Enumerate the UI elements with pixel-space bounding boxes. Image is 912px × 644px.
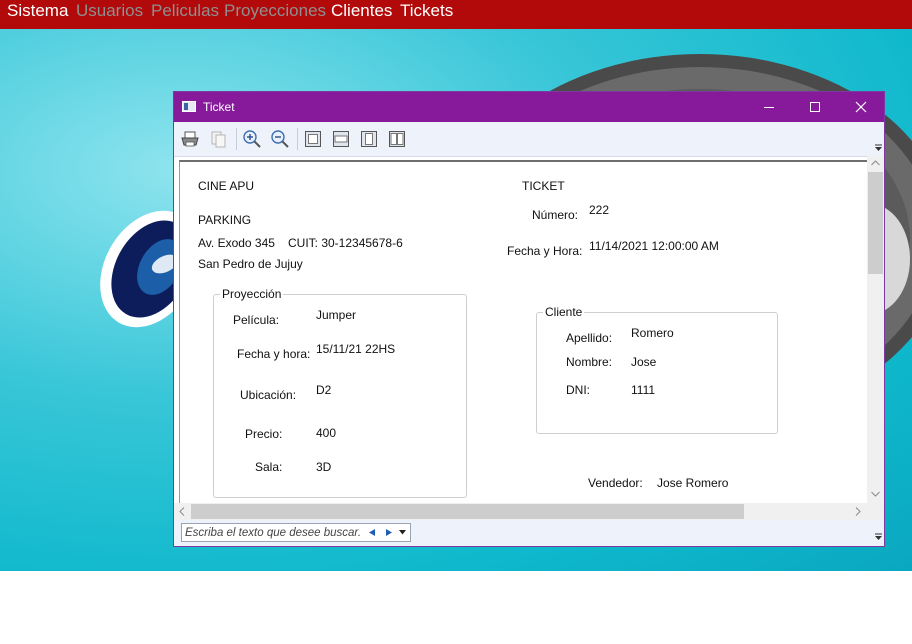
- fecha-hora-label: Fecha y Hora:: [507, 244, 583, 258]
- two-pages-icon: [389, 131, 405, 147]
- horizontal-scrollbar[interactable]: [174, 503, 867, 520]
- search-bar: [174, 520, 884, 546]
- page-width-button[interactable]: [330, 128, 352, 150]
- scroll-down-icon[interactable]: [871, 491, 880, 497]
- print-button[interactable]: [179, 128, 201, 150]
- sala-value: 3D: [316, 460, 332, 474]
- menu-item-tickets[interactable]: Tickets: [400, 1, 453, 21]
- vendedor-value: Jose Romero: [657, 476, 729, 490]
- searchbar-overflow-icon[interactable]: [875, 533, 882, 541]
- ticket-heading: TICKET: [522, 179, 565, 193]
- window-titlebar[interactable]: Ticket: [174, 92, 884, 122]
- two-pages-button[interactable]: [386, 128, 408, 150]
- vertical-scroll-thumb[interactable]: [868, 172, 883, 274]
- one-page-icon: [361, 131, 377, 147]
- ubicacion-value: D2: [316, 383, 332, 397]
- branch-name: PARKING: [198, 213, 252, 227]
- search-box: [181, 523, 411, 542]
- numero-value: 222: [589, 203, 610, 217]
- proyeccion-fecha-label: Fecha y hora:: [237, 347, 311, 361]
- menu-item-peliculas[interactable]: Peliculas: [151, 1, 219, 21]
- toolbar-separator: [236, 128, 237, 150]
- menu-item-clientes[interactable]: Clientes: [331, 1, 392, 21]
- cliente-title: Cliente: [543, 305, 585, 319]
- fecha-hora-value: 11/14/2021 12:00:00 AM: [589, 239, 719, 253]
- menu-item-sistema[interactable]: Sistema: [7, 1, 68, 21]
- search-options-icon[interactable]: [399, 530, 406, 535]
- dni-label: DNI:: [566, 383, 590, 397]
- numero-label: Número:: [532, 208, 579, 222]
- whole-page-button[interactable]: [302, 128, 324, 150]
- proyeccion-title: Proyección: [220, 287, 284, 301]
- apellido-label: Apellido:: [566, 331, 613, 345]
- page-width-icon: [333, 131, 349, 147]
- company-name: CINE APU: [198, 179, 255, 193]
- scroll-left-icon[interactable]: [179, 507, 185, 516]
- scroll-right-icon[interactable]: [855, 507, 861, 516]
- apellido-value: Romero: [631, 326, 674, 340]
- minimize-icon: [764, 107, 774, 108]
- maximize-icon: [810, 102, 820, 112]
- one-page-button[interactable]: [358, 128, 380, 150]
- toolbar-separator: [297, 128, 298, 150]
- company-address: Av. Exodo 345: [198, 236, 275, 250]
- scrollbar-corner: [867, 503, 884, 520]
- search-next-icon[interactable]: [385, 529, 392, 536]
- zoom-in-button[interactable]: [241, 128, 263, 150]
- window-app-icon: [182, 101, 196, 112]
- minimize-button[interactable]: [746, 92, 792, 122]
- whole-page-icon: [305, 131, 321, 147]
- horizontal-scroll-thumb[interactable]: [191, 504, 744, 519]
- copy-icon: [211, 131, 226, 148]
- scroll-up-icon[interactable]: [871, 160, 880, 166]
- proyeccion-fecha-value: 15/11/21 22HS: [316, 342, 396, 356]
- dni-value: 1111: [631, 383, 656, 397]
- maximize-button[interactable]: [792, 92, 838, 122]
- zoom-in-icon: [243, 130, 261, 148]
- copy-button[interactable]: [207, 128, 229, 150]
- report-toolbar: [174, 122, 884, 157]
- vendedor-label: Vendedor:: [588, 476, 643, 490]
- vertical-scrollbar[interactable]: [867, 156, 884, 503]
- zoom-out-icon: [271, 130, 289, 148]
- company-city: San Pedro de Jujuy: [198, 257, 303, 271]
- company-cuit: CUIT: 30-12345678-6: [288, 236, 403, 250]
- ubicacion-label: Ubicación:: [240, 388, 297, 402]
- window-title: Ticket: [203, 100, 235, 114]
- search-input[interactable]: [185, 525, 361, 540]
- precio-label: Precio:: [245, 427, 283, 441]
- menu-bar: Sistema Usuarios Peliculas Proyecciones …: [0, 0, 912, 29]
- pelicula-label: Película:: [233, 313, 280, 327]
- nombre-label: Nombre:: [566, 355, 613, 369]
- zoom-out-button[interactable]: [269, 128, 291, 150]
- search-previous-icon[interactable]: [369, 529, 376, 536]
- nombre-value: Jose: [631, 355, 657, 369]
- print-icon: [181, 131, 199, 147]
- ticket-window: Ticket CINE APU PARKING Av. Exodo 345 CU…: [173, 91, 885, 547]
- pelicula-value: Jumper: [316, 308, 357, 322]
- toolbar-overflow-icon[interactable]: [875, 144, 882, 152]
- report-document: CINE APU PARKING Av. Exodo 345 CUIT: 30-…: [179, 160, 868, 505]
- menu-item-usuarios[interactable]: Usuarios: [76, 1, 143, 21]
- menu-item-proyecciones[interactable]: Proyecciones: [224, 1, 326, 21]
- precio-value: 400: [316, 426, 337, 440]
- sala-label: Sala:: [255, 460, 283, 474]
- close-icon: [855, 101, 867, 113]
- close-button[interactable]: [838, 92, 884, 122]
